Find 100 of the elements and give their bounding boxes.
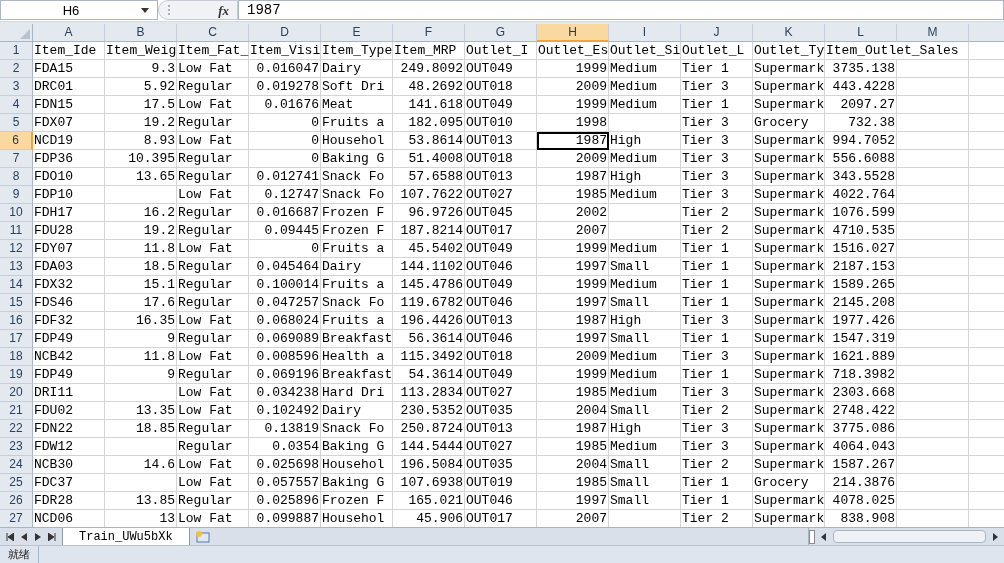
table-cell: 1999: [537, 95, 609, 114]
table-cell: Supermark: [753, 95, 825, 114]
table-cell: OUT018: [465, 149, 537, 168]
table-cell: 1516.027: [825, 239, 897, 258]
table-cell: 14.6: [105, 455, 177, 474]
table-cell: NCB42: [33, 347, 105, 366]
table-cell: Supermark: [753, 275, 825, 294]
table-cell: Snack Fo: [321, 185, 393, 204]
table-cell: Outlet_Si: [609, 41, 681, 60]
table-cell: Frozen F: [321, 491, 393, 510]
table-cell: Medium: [609, 275, 681, 294]
empty-cell: [609, 221, 681, 240]
table-cell: FDN22: [33, 419, 105, 438]
table-cell: 17.5: [105, 95, 177, 114]
table-cell: Fruits a: [321, 239, 393, 258]
table-cell: FDC37: [33, 473, 105, 492]
table-cell: 187.8214: [393, 221, 465, 240]
first-sheet-icon[interactable]: [6, 532, 14, 541]
table-cell: 0: [249, 149, 321, 168]
table-cell: 3775.086: [825, 419, 897, 438]
table-cell: Fruits a: [321, 113, 393, 132]
table-cell: Small: [609, 293, 681, 312]
last-sheet-icon[interactable]: [48, 532, 56, 541]
active-cell[interactable]: 1987: [537, 131, 609, 150]
table-cell: Medium: [609, 365, 681, 384]
table-cell: Regular: [177, 257, 249, 276]
scroll-right-icon[interactable]: [990, 531, 1000, 542]
table-cell: Supermark: [753, 221, 825, 240]
insert-function-button[interactable]: fx: [218, 0, 229, 21]
table-cell: 115.3492: [393, 347, 465, 366]
grip-dots-icon: [167, 4, 171, 17]
table-cell: Dairy: [321, 257, 393, 276]
table-cell: Item_Ide: [33, 41, 105, 60]
table-cell: 0.09445: [249, 221, 321, 240]
table-cell: 0.01676: [249, 95, 321, 114]
table-cell: 144.5444: [393, 437, 465, 456]
empty-cell: [897, 239, 969, 258]
table-cell: Regular: [177, 167, 249, 186]
table-cell: Supermark: [753, 77, 825, 96]
table-cell: 13.35: [105, 401, 177, 420]
table-cell: Item_Type: [321, 41, 393, 60]
empty-cell: [897, 257, 969, 276]
sheet-tab[interactable]: Train_UWu5bXk: [62, 528, 190, 546]
table-cell: Tier 2: [681, 203, 753, 222]
empty-cell: [105, 437, 177, 456]
empty-cell: [897, 77, 969, 96]
table-cell: FDO10: [33, 167, 105, 186]
table-cell: 1999: [537, 59, 609, 78]
table-cell: FDX32: [33, 275, 105, 294]
table-cell: 1985: [537, 383, 609, 402]
name-box-value: H6: [61, 1, 81, 20]
table-cell: OUT018: [465, 347, 537, 366]
table-cell: 2097.27: [825, 95, 897, 114]
dropdown-arrow-icon[interactable]: [141, 7, 149, 13]
scroll-left-icon[interactable]: [819, 531, 829, 542]
table-cell: 10.395: [105, 149, 177, 168]
table-cell: Tier 2: [681, 401, 753, 420]
table-cell: 96.9726: [393, 203, 465, 222]
name-box[interactable]: H6: [0, 0, 158, 21]
table-cell: 107.7622: [393, 185, 465, 204]
table-cell: FDP49: [33, 329, 105, 348]
formula-input[interactable]: 1987: [238, 0, 1004, 21]
table-cell: 1997: [537, 491, 609, 510]
table-cell: 9: [105, 329, 177, 348]
table-cell: Supermark: [753, 185, 825, 204]
table-cell: 1977.426: [825, 311, 897, 330]
table-cell: Item_Visi: [249, 41, 321, 60]
table-cell: 343.5528: [825, 167, 897, 186]
table-cell: FDF32: [33, 311, 105, 330]
table-cell: Supermark: [753, 491, 825, 510]
table-cell: 51.4008: [393, 149, 465, 168]
table-cell: Small: [609, 329, 681, 348]
next-sheet-icon[interactable]: [34, 532, 42, 541]
table-cell: Small: [609, 473, 681, 492]
table-cell: Medium: [609, 185, 681, 204]
table-cell: Househol: [321, 455, 393, 474]
table-cell: Low Fat: [177, 185, 249, 204]
table-cell: Small: [609, 455, 681, 474]
table-cell: 1985: [537, 437, 609, 456]
table-cell: Snack Fo: [321, 293, 393, 312]
table-cell: Regular: [177, 491, 249, 510]
table-cell: 1621.889: [825, 347, 897, 366]
previous-sheet-icon[interactable]: [20, 532, 28, 541]
empty-cell: [897, 185, 969, 204]
table-cell: 2009: [537, 149, 609, 168]
horizontal-scrollbar-thumb[interactable]: [833, 530, 986, 544]
table-cell: 4022.764: [825, 185, 897, 204]
table-cell: Low Fat: [177, 347, 249, 366]
table-cell: Breakfast: [321, 329, 393, 348]
table-cell: OUT046: [465, 293, 537, 312]
table-cell: Small: [609, 491, 681, 510]
table-cell: Small: [609, 401, 681, 420]
table-cell: High: [609, 311, 681, 330]
table-cell: Supermark: [753, 311, 825, 330]
table-cell: 57.6588: [393, 167, 465, 186]
empty-cell: [897, 455, 969, 474]
table-cell: Medium: [609, 383, 681, 402]
split-handle-icon[interactable]: [809, 529, 815, 544]
table-cell: Tier 2: [681, 221, 753, 240]
table-cell: 250.8724: [393, 419, 465, 438]
